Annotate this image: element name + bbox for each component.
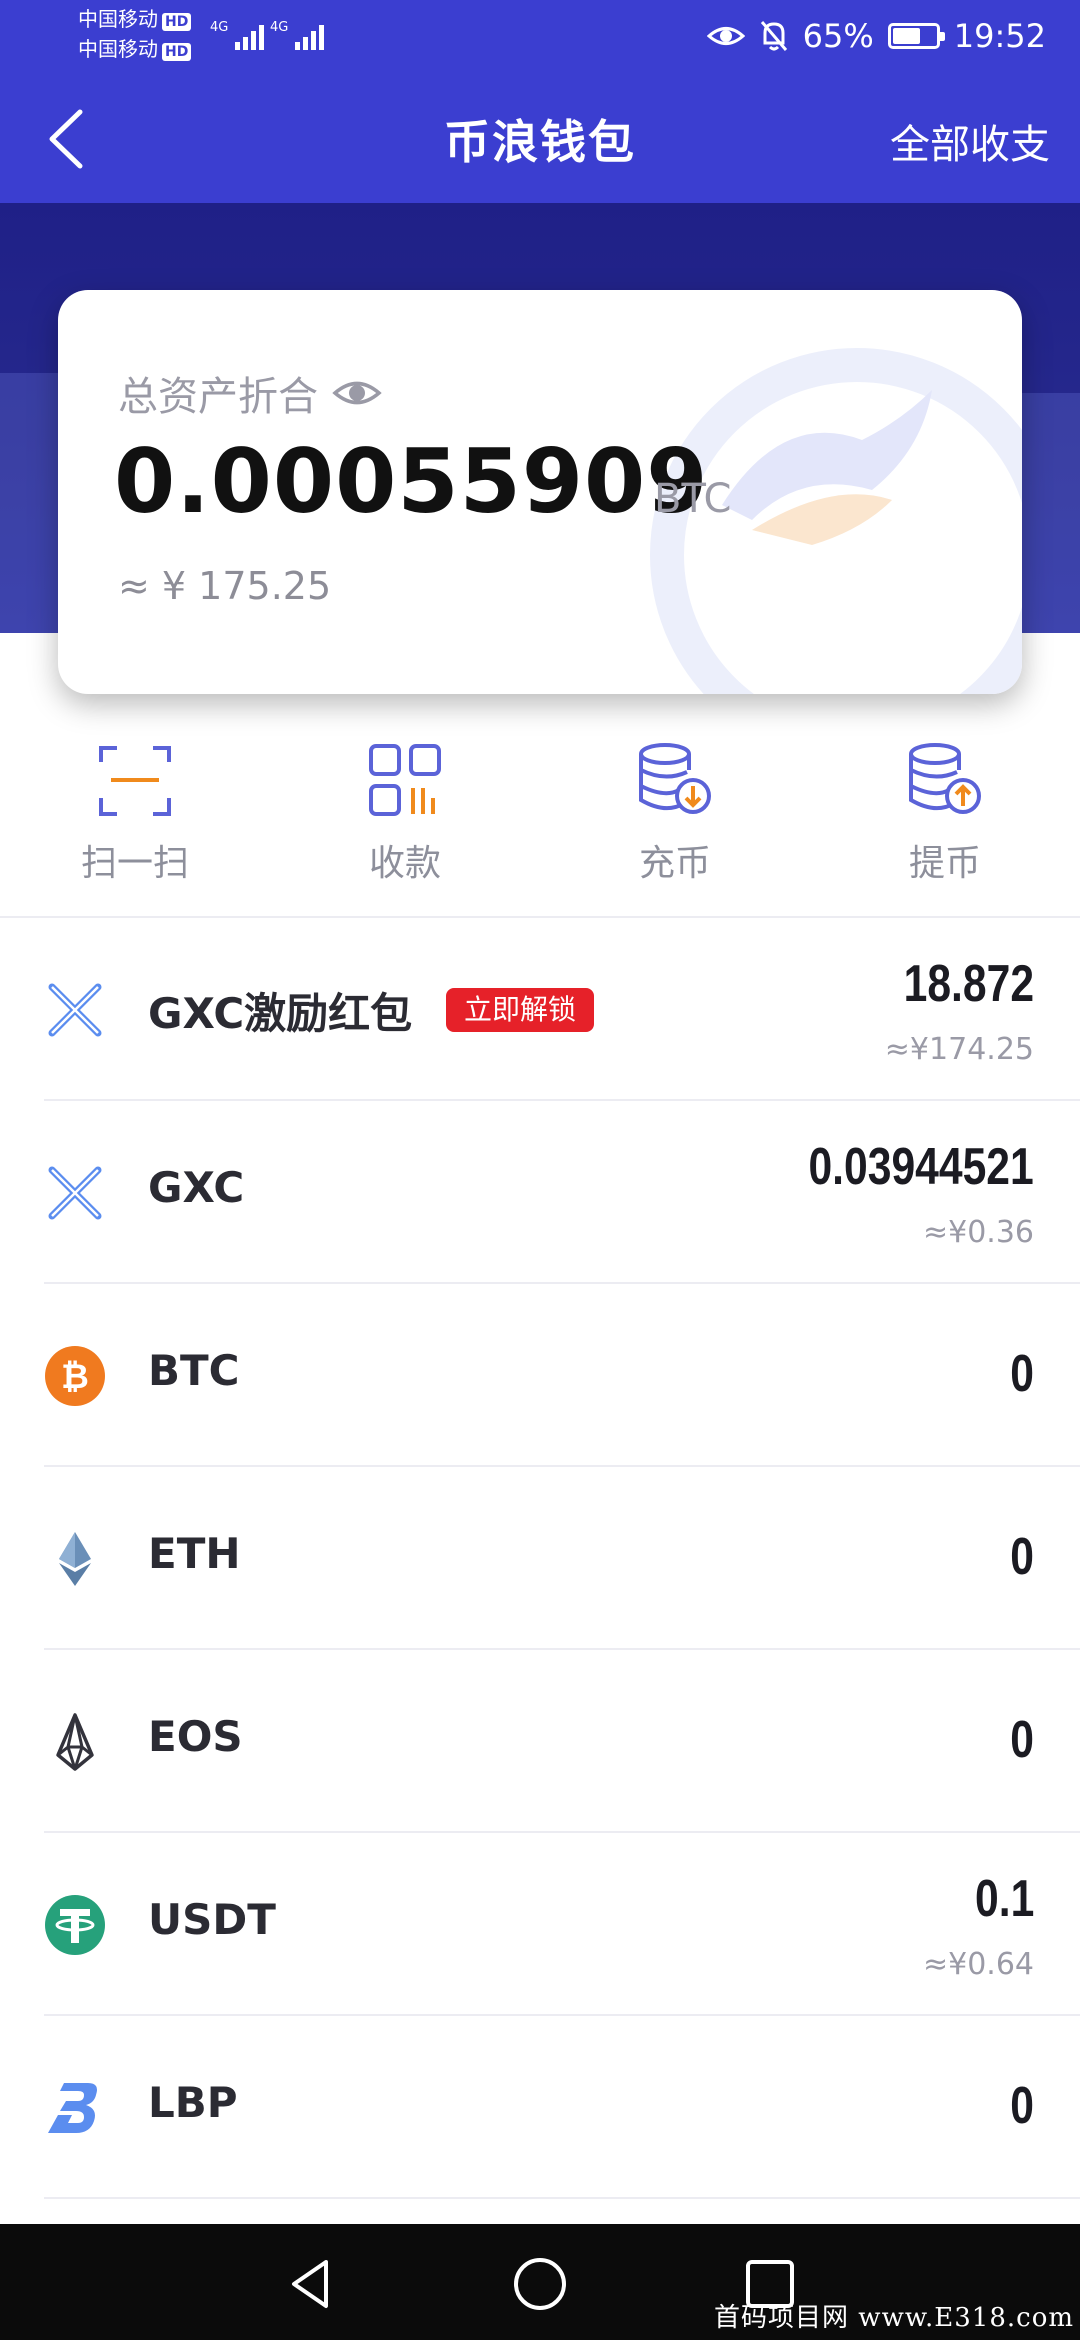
signal-icon: 4G: [270, 20, 325, 50]
all-transactions-link[interactable]: 全部收支: [890, 112, 1050, 170]
token-name: GXC激励红包: [148, 989, 413, 1038]
battery-icon: [887, 23, 945, 49]
token-balance: 18.872: [903, 955, 1034, 1013]
token-name: ETH: [148, 1529, 241, 1578]
withdraw-button[interactable]: 提币: [810, 740, 1080, 916]
eos-icon: [56, 1713, 94, 1771]
token-row-gxc[interactable]: GXC 0.03944521 ≈¥0.36: [0, 1101, 1080, 1284]
token-row-gxc-reward[interactable]: GXC激励红包 立即解锁 18.872 ≈¥174.25: [0, 918, 1080, 1101]
gxc-icon: [48, 1166, 102, 1220]
token-balance: 0: [1010, 2077, 1034, 2135]
token-cny-value: ≈¥0.36: [922, 1215, 1034, 1250]
total-assets-cny: ≈ ¥ 175.25: [118, 564, 332, 608]
token-balance: 0.1: [974, 1870, 1034, 1928]
mute-bell-icon: [760, 21, 787, 51]
scan-button[interactable]: 扫一扫: [0, 740, 270, 916]
token-name: BTC: [148, 1346, 240, 1395]
carrier-label: 中国移动 HD: [78, 36, 192, 62]
svg-text:₿: ₿: [61, 1357, 89, 1397]
system-back-icon[interactable]: [280, 2254, 340, 2314]
token-row-eos[interactable]: EOS 0: [0, 1650, 1080, 1833]
token-name: LBP: [148, 2078, 238, 2127]
token-name: EOS: [148, 1712, 243, 1761]
token-row-btc[interactable]: ₿ BTC 0: [0, 1284, 1080, 1467]
total-assets-label: 总资产折合: [118, 364, 382, 422]
quick-actions: 扫一扫 收款 充币 提币: [0, 740, 1080, 916]
unlock-now-badge[interactable]: 立即解锁: [446, 988, 595, 1032]
token-list: GXC激励红包 立即解锁 18.872 ≈¥174.25 GXC 0.03944…: [0, 918, 1080, 2199]
token-balance: 0: [1010, 1711, 1034, 1769]
token-row-usdt[interactable]: USDT 0.1 ≈¥0.64: [0, 1833, 1080, 2016]
token-balance: 0.03944521: [808, 1138, 1034, 1196]
gxc-icon: [48, 983, 102, 1037]
carrier-label: 中国移动 HD: [78, 6, 192, 32]
signal-icon: 4G: [210, 20, 265, 50]
token-balance: 0: [1010, 1528, 1034, 1586]
token-balance: 0: [1010, 1345, 1034, 1403]
battery-percent: 65%: [802, 17, 874, 55]
system-navigation-bar: 首码项目网 www.E318.com: [0, 2224, 1080, 2340]
token-row-eth[interactable]: ETH 0: [0, 1467, 1080, 1650]
withdraw-coins-icon: [909, 743, 981, 814]
token-row-lbp[interactable]: LBP 0: [0, 2016, 1080, 2199]
qr-code-icon: [369, 744, 441, 816]
total-assets-amount: 0.00055909: [114, 430, 709, 533]
total-assets-unit: BTC: [654, 476, 732, 522]
eye-icon: [706, 27, 745, 45]
deposit-label: 充币: [638, 843, 711, 884]
token-name: USDT: [148, 1895, 276, 1944]
btc-icon: ₿: [45, 1346, 105, 1406]
total-assets-card: 总资产折合 0.00055909 BTC ≈ ¥ 175.25: [58, 290, 1022, 694]
deposit-button[interactable]: 充币: [540, 740, 810, 916]
nav-bar: 币浪钱包 全部收支: [0, 84, 1080, 194]
withdraw-label: 提币: [908, 843, 981, 884]
clock: 19:52: [953, 17, 1046, 55]
watermark: 首码项目网 www.E318.com: [714, 2303, 1074, 2333]
scan-label: 扫一扫: [80, 843, 189, 884]
token-cny-value: ≈¥0.64: [922, 1947, 1034, 1982]
usdt-icon: [45, 1895, 105, 1955]
receive-label: 收款: [368, 843, 441, 884]
system-home-icon[interactable]: [510, 2254, 570, 2314]
token-cny-value: ≈¥174.25: [884, 1032, 1034, 1067]
eye-icon[interactable]: [332, 376, 382, 410]
eth-icon: [59, 1532, 91, 1586]
scan-icon: [99, 746, 171, 816]
token-name: GXC: [148, 1163, 245, 1212]
status-bar: 中国移动 HD 中国移动 HD 4G 4G 65% 19:52: [0, 0, 1080, 72]
battery-fill: [892, 28, 921, 44]
deposit-coins-icon: [639, 743, 711, 814]
receive-button[interactable]: 收款: [270, 740, 540, 916]
lbp-icon: [48, 2083, 97, 2133]
